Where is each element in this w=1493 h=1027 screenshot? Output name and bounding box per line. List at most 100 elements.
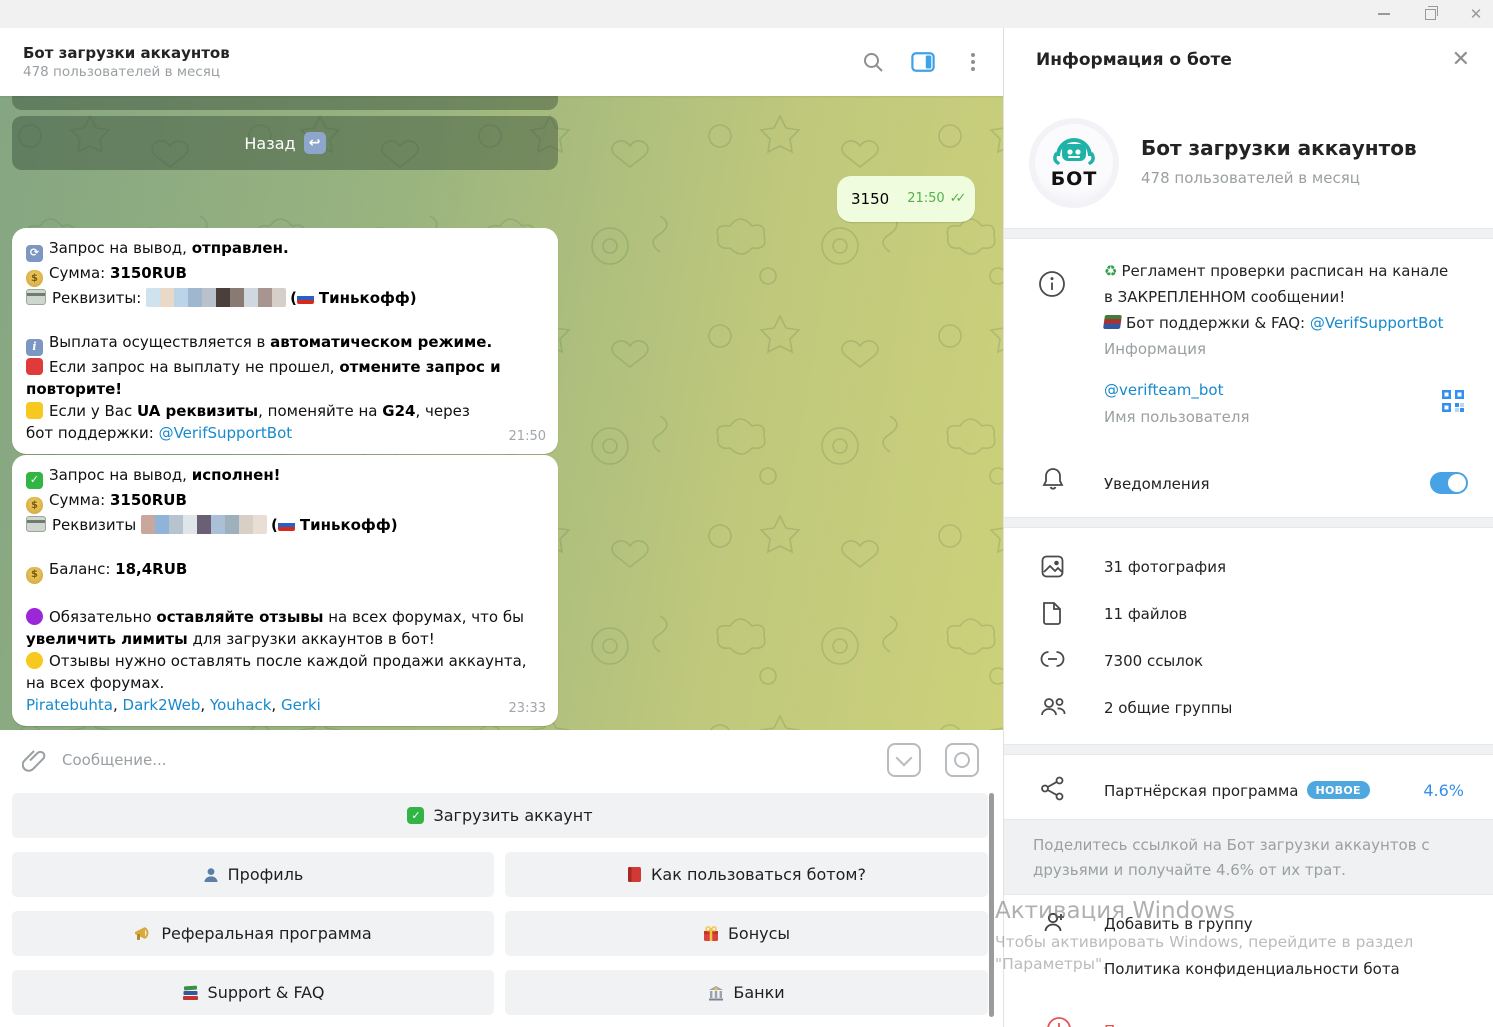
- gift-emoji-icon: [703, 925, 718, 941]
- chat-subtitle: 478 пользователей в месяц: [23, 64, 221, 80]
- qr-code-icon[interactable]: [1440, 388, 1466, 414]
- forum-link-gerki[interactable]: Gerki: [281, 696, 321, 714]
- forum-link-youhack[interactable]: Youhack: [210, 696, 272, 714]
- attach-icon[interactable]: [22, 748, 46, 772]
- bot-username-link[interactable]: @verifteam_bot: [1104, 381, 1223, 399]
- kb-button-referral[interactable]: Реферальная программа: [12, 911, 494, 956]
- books-emoji-icon: [182, 985, 198, 1000]
- russia-flag-icon: [296, 292, 314, 304]
- chat-header: Бот загрузки аккаунтов 478 пользователей…: [0, 28, 1003, 96]
- message-time: 23:33: [508, 700, 546, 716]
- new-badge: НОВОЕ: [1306, 781, 1370, 799]
- info-label: Информация: [1104, 340, 1207, 358]
- message-time: 21:50: [508, 428, 546, 444]
- partner-program-row[interactable]: Партнёрская программа НОВОЕ: [1104, 781, 1370, 800]
- info-emoji-icon: i: [26, 338, 43, 356]
- telegram-window: ✕ Бот загрузки аккаунтов 478 пользовател…: [0, 0, 1493, 1027]
- support-bot-link[interactable]: @VerifSupportBot: [159, 424, 293, 442]
- moneybag-emoji-icon: $: [26, 566, 43, 584]
- privacy-policy-row[interactable]: Политика конфиденциальности бота: [1104, 960, 1400, 978]
- search-icon[interactable]: [861, 50, 885, 74]
- bot-info-panel: Информация о боте ✕ БОТ Бот загрузки акк…: [1003, 28, 1493, 1027]
- chat-background: YooMoney 4100118822875872 Назад ↩ 3150 2…: [0, 96, 1003, 730]
- bot-message-withdraw-done: ✓ Запрос на вывод, исполнен! $ Сумма: 3150…: [12, 455, 558, 726]
- yellow-circle-emoji-icon: [26, 651, 43, 669]
- kb-button-upload-account[interactable]: ✓ Загрузить аккаунт: [12, 793, 988, 838]
- bot-reply-keyboard: ✓ Загрузить аккаунт Профиль Как пользова…: [0, 790, 1003, 1027]
- kb-button-banks[interactable]: Банки: [505, 970, 988, 1015]
- message-time: 21:50: [907, 190, 945, 206]
- bell-icon: [1040, 466, 1068, 494]
- forum-link-dark2web[interactable]: Dark2Web: [123, 696, 201, 714]
- support-bot-link[interactable]: @VerifSupportBot: [1310, 314, 1444, 332]
- partner-percent: 4.6%: [1423, 781, 1464, 800]
- bot-about-text: ♻ Регламент проверки расписан на канале в…: [1103, 258, 1476, 362]
- moneybag-emoji-icon: $: [26, 497, 43, 514]
- shared-photos-row[interactable]: 31 фотография: [1104, 558, 1226, 576]
- panel-title: Информация о боте: [1036, 50, 1232, 70]
- message-composer: [0, 730, 1003, 790]
- files-icon: [1040, 600, 1068, 628]
- books-emoji-icon: [1103, 315, 1122, 329]
- share-icon: [1040, 776, 1068, 804]
- minimize-button[interactable]: [1375, 5, 1393, 23]
- links-icon: [1039, 649, 1067, 677]
- message-input[interactable]: [60, 750, 887, 770]
- outgoing-message: 3150 21:50 ✓✓: [837, 176, 975, 222]
- yellow-square-emoji-icon: [26, 401, 43, 419]
- info-icon: [1038, 270, 1066, 298]
- back-arrow-icon: ↩: [303, 132, 326, 154]
- restore-button[interactable]: [1421, 5, 1439, 23]
- groups-icon: [1040, 695, 1068, 723]
- chat-column: Бот загрузки аккаунтов 478 пользователей…: [0, 28, 1003, 1027]
- bot-keyboard-icon[interactable]: [945, 743, 979, 777]
- shared-links-row[interactable]: 7300 ссылок: [1104, 652, 1203, 670]
- panel-bot-name: Бот загрузки аккаунтов: [1141, 136, 1417, 160]
- toggle-sidebar-icon[interactable]: [911, 50, 935, 74]
- robot-icon: [1053, 138, 1095, 165]
- notifications-toggle[interactable]: [1430, 472, 1468, 494]
- card-emoji-icon: [26, 516, 46, 532]
- check-emoji-icon: ✓: [26, 471, 43, 489]
- inline-button-back[interactable]: Назад ↩: [12, 116, 558, 170]
- card-emoji-icon: [26, 289, 46, 305]
- keyboard-scrollbar[interactable]: [989, 793, 994, 1017]
- window-titlebar: ✕: [0, 0, 1493, 28]
- menu-kebab-icon[interactable]: [961, 50, 985, 74]
- panel-bot-subtitle: 478 пользователей в месяц: [1141, 169, 1360, 187]
- inline-button-yoomoney[interactable]: YooMoney 4100118822875872: [12, 96, 558, 110]
- shared-files-row[interactable]: 11 файлов: [1104, 605, 1187, 623]
- add-to-group-row[interactable]: Добавить в группу: [1104, 915, 1253, 933]
- refresh-emoji-icon: ⟳: [26, 244, 43, 262]
- partner-description: Поделитесь ссылкой на Бот загрузки аккау…: [1004, 819, 1493, 895]
- report-row[interactable]: Пожаловаться: [1104, 1022, 1219, 1027]
- forum-link-piratebuhta[interactable]: Piratebuhta: [26, 696, 113, 714]
- close-window-button[interactable]: ✕: [1467, 5, 1485, 23]
- purple-circle-emoji-icon: [26, 607, 43, 625]
- bank-emoji-icon: [709, 985, 724, 1000]
- hide-keyboard-icon[interactable]: [887, 743, 921, 777]
- chat-title: Бот загрузки аккаунтов: [23, 44, 230, 62]
- bot-avatar[interactable]: БОТ: [1029, 118, 1119, 208]
- section-divider: [1004, 744, 1493, 755]
- bot-message-withdraw-sent: ⟳ Запрос на вывод, отправлен. $ Сумма: 315…: [12, 228, 558, 454]
- section-divider: [1004, 228, 1493, 239]
- username-label: Имя пользователя: [1104, 408, 1250, 426]
- common-groups-row[interactable]: 2 общие группы: [1104, 699, 1232, 717]
- kb-button-bonuses[interactable]: Бонусы: [505, 911, 988, 956]
- kb-button-profile[interactable]: Профиль: [12, 852, 494, 897]
- photos-icon: [1040, 554, 1068, 582]
- report-icon: [1046, 1016, 1074, 1027]
- red-square-emoji-icon: [26, 357, 43, 375]
- censored-requisites: [141, 515, 267, 534]
- kb-button-how-to-use[interactable]: Как пользоваться ботом?: [505, 852, 988, 897]
- close-panel-icon[interactable]: ✕: [1452, 48, 1470, 72]
- russia-flag-icon: [277, 519, 295, 531]
- check-emoji-icon: ✓: [407, 807, 425, 824]
- red-book-emoji-icon: [628, 867, 642, 882]
- read-checkmarks-icon: ✓✓: [949, 190, 967, 206]
- censored-requisites: [146, 288, 287, 307]
- kb-button-support-faq[interactable]: Support & FAQ: [12, 970, 494, 1015]
- add-user-icon: [1040, 910, 1068, 938]
- section-divider: [1004, 517, 1493, 528]
